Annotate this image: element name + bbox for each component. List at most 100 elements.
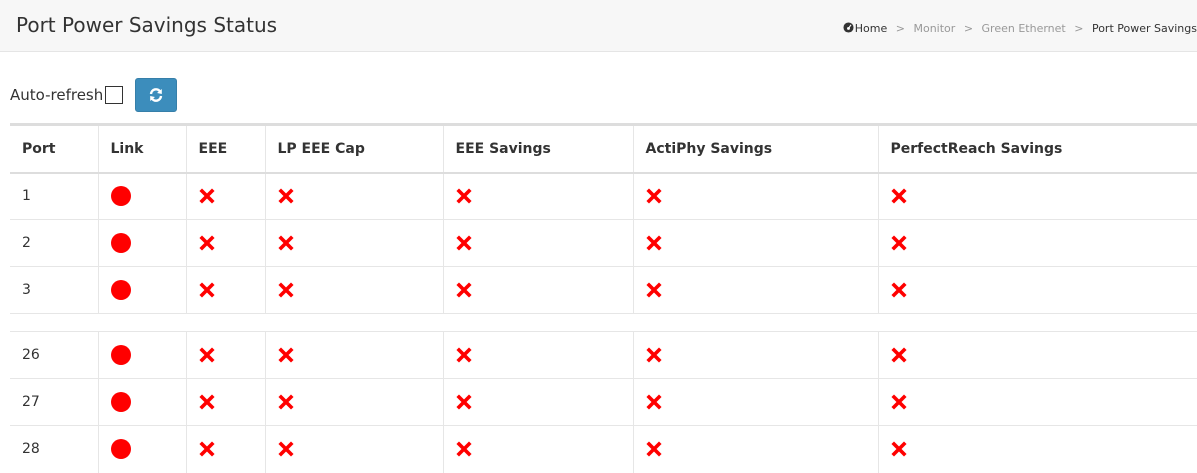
actiphy-savings-cell [632, 266, 878, 314]
port-cell: 3 [10, 266, 98, 314]
perfectreach-savings-cell [877, 219, 1197, 267]
cross-icon [455, 235, 472, 251]
eee-cell [185, 172, 265, 220]
cross-icon [890, 394, 907, 410]
cross-icon [645, 188, 662, 204]
page-title: Port Power Savings Status [16, 13, 278, 37]
eee-savings-cell [442, 378, 633, 426]
cross-icon [277, 188, 294, 204]
table-body: 1 2 3 26 27 28 [10, 172, 1197, 473]
column-header-eee: EEE [185, 123, 265, 174]
actiphy-savings-cell [632, 378, 878, 426]
eee-savings-cell [442, 219, 633, 267]
port-cell: 26 [10, 331, 98, 379]
link-cell [97, 425, 186, 473]
refresh-icon [150, 88, 163, 102]
cross-icon [455, 441, 472, 457]
cross-icon [277, 394, 294, 410]
table-gap-row [10, 313, 1197, 332]
cross-icon [198, 188, 215, 204]
link-cell [97, 219, 186, 267]
eee-cell [185, 378, 265, 426]
cross-icon [198, 394, 215, 410]
table-row: 27 [10, 378, 1197, 426]
lp-eee-cap-cell [264, 172, 443, 220]
breadcrumb-monitor[interactable]: Monitor [913, 22, 955, 35]
cross-icon [455, 282, 472, 298]
cross-icon [198, 282, 215, 298]
breadcrumb-separator: > [895, 22, 905, 35]
breadcrumb-separator: > [963, 22, 974, 35]
breadcrumb: Home > Monitor > Green Ethernet > Port P… [843, 22, 1197, 35]
perfectreach-savings-cell [877, 172, 1197, 220]
cross-icon [890, 188, 907, 204]
column-header-port: Port [10, 123, 98, 174]
cross-icon [277, 235, 294, 251]
toolbar: Auto-refresh [10, 78, 178, 112]
dashboard-icon [843, 22, 854, 33]
column-header-actiphy-savings: ActiPhy Savings [632, 123, 878, 174]
table-gap-cell [10, 313, 1197, 332]
eee-cell [185, 266, 265, 314]
link-status-icon [110, 439, 131, 460]
lp-eee-cap-cell [264, 331, 443, 379]
lp-eee-cap-cell [264, 425, 443, 473]
cross-icon [277, 441, 294, 457]
link-cell [97, 266, 186, 314]
cross-icon [198, 347, 215, 363]
link-status-icon [110, 186, 131, 207]
eee-cell [185, 425, 265, 473]
breadcrumb-home[interactable]: Home [843, 22, 891, 35]
eee-savings-cell [442, 331, 633, 379]
cross-icon [645, 394, 662, 410]
actiphy-savings-cell [632, 219, 878, 267]
column-header-lp-eee-cap: LP EEE Cap [264, 123, 443, 174]
cross-icon [455, 394, 472, 410]
table-row: 28 [10, 425, 1197, 473]
refresh-button[interactable] [135, 78, 178, 112]
breadcrumb-separator: > [1074, 22, 1084, 35]
breadcrumb-green-ethernet[interactable]: Green Ethernet [982, 22, 1066, 35]
cross-icon [198, 441, 215, 457]
table-row: 1 [10, 172, 1197, 220]
table-row: 26 [10, 331, 1197, 379]
eee-cell [185, 219, 265, 267]
port-cell: 27 [10, 378, 98, 426]
perfectreach-savings-cell [877, 331, 1197, 379]
lp-eee-cap-cell [264, 266, 443, 314]
cross-icon [890, 282, 907, 298]
port-cell: 1 [10, 172, 98, 220]
cross-icon [645, 235, 662, 251]
link-status-icon [110, 233, 131, 253]
eee-cell [185, 331, 265, 379]
actiphy-savings-cell [632, 172, 878, 220]
cross-icon [277, 347, 294, 363]
perfectreach-savings-cell [877, 425, 1197, 473]
lp-eee-cap-cell [264, 219, 443, 267]
cross-icon [198, 235, 215, 251]
cross-icon [455, 347, 472, 363]
perfectreach-savings-cell [877, 378, 1197, 426]
perfectreach-savings-cell [877, 266, 1197, 314]
port-power-savings-table: Port Link EEE LP EEE Cap EEE Savings Act… [10, 123, 1197, 473]
link-cell [97, 378, 186, 426]
actiphy-savings-cell [632, 425, 878, 473]
cross-icon [890, 347, 907, 363]
cross-icon [890, 235, 907, 251]
breadcrumb-current: Port Power Savings [1091, 22, 1197, 35]
column-header-perfectreach-savings: PerfectReach Savings [877, 123, 1197, 174]
auto-refresh-checkbox[interactable] [105, 86, 124, 104]
port-cell: 2 [10, 219, 98, 267]
table-header-row: Port Link EEE LP EEE Cap EEE Savings Act… [10, 123, 1197, 174]
cross-icon [645, 282, 662, 298]
table-row: 3 [10, 266, 1197, 314]
eee-savings-cell [442, 172, 633, 220]
eee-savings-cell [442, 425, 633, 473]
cross-icon [455, 188, 472, 204]
page-header: Port Power Savings Status Home > Monitor… [0, 0, 1197, 52]
port-cell: 28 [10, 425, 98, 473]
table-row: 2 [10, 219, 1197, 267]
cross-icon [890, 441, 907, 457]
cross-icon [645, 441, 662, 457]
column-header-link: Link [97, 123, 186, 174]
